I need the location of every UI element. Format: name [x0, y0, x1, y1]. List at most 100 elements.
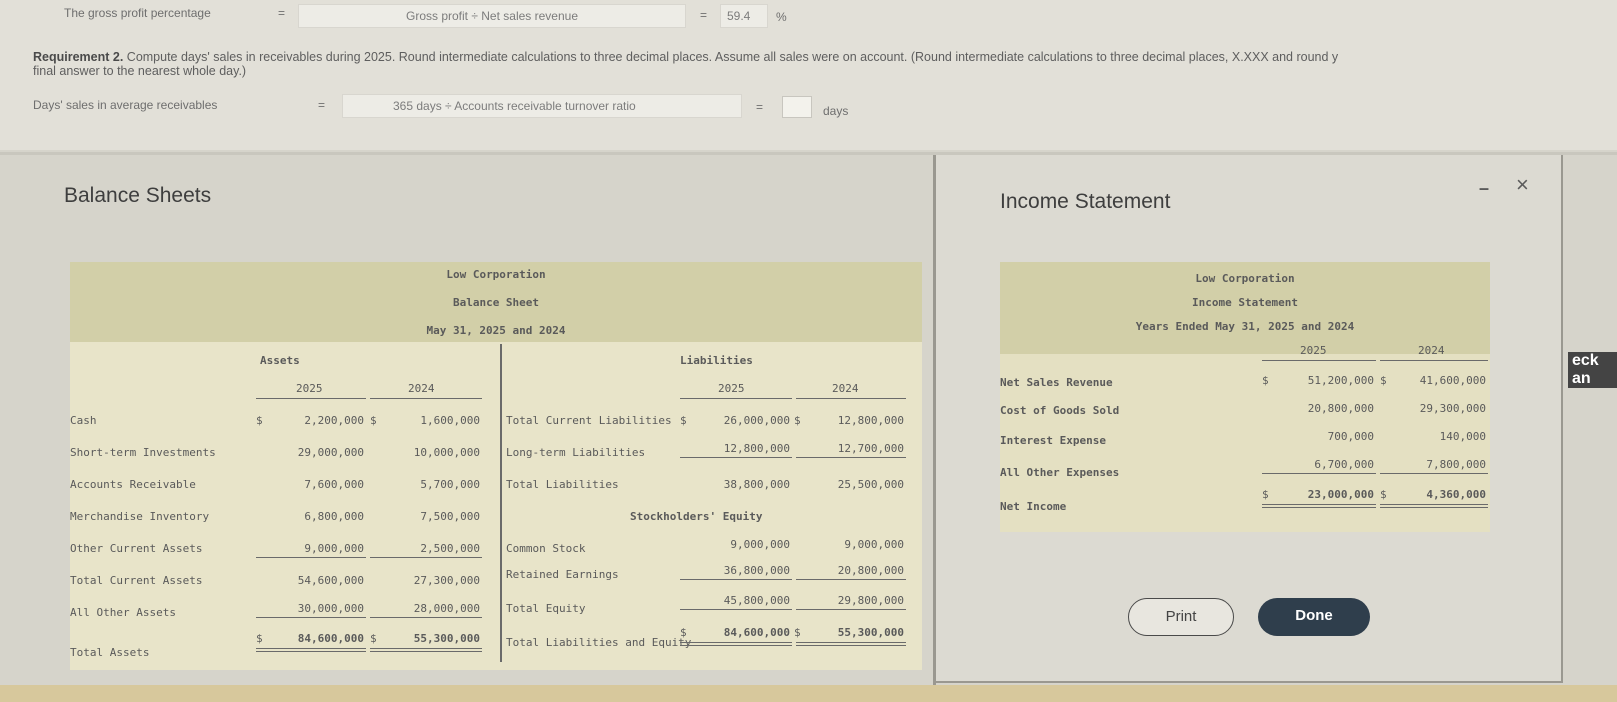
days-unit: days [823, 104, 849, 118]
underline [796, 609, 906, 610]
income-2024: 41,600,000 [1419, 374, 1486, 387]
asset-label: Total Assets [70, 646, 150, 659]
gross-profit-answer[interactable]: 59.4 [720, 4, 768, 28]
year-2025: 2025 [1300, 344, 1327, 357]
income-period: Years Ended May 31, 2025 and 2024 [1135, 320, 1355, 333]
equity-label: Retained Earnings [506, 568, 619, 581]
asset-2024: 10,000,000 [413, 446, 480, 459]
asset-2025: 6,800,000 [304, 510, 364, 523]
asset-label: All Other Assets [70, 606, 176, 619]
dollar-sign: $ [1262, 374, 1269, 387]
equity-2024: 29,800,000 [837, 594, 904, 607]
dollar-sign: $ [370, 414, 377, 427]
asset-2024: 1,600,000 [420, 414, 480, 427]
net-income-2025: 23,000,000 [1307, 488, 1374, 501]
liability-label: Total Current Liabilities [506, 414, 672, 427]
total-assets-2024: 55,300,000 [413, 632, 480, 645]
asset-label: Cash [70, 414, 97, 427]
income-company: Low Corporation [1195, 272, 1295, 285]
equals-sign: = [700, 8, 708, 22]
income-statement-table: Low Corporation Income Statement Years E… [1000, 262, 1490, 532]
underline [256, 398, 366, 399]
underline [680, 457, 792, 458]
year-2025: 2025 [296, 382, 323, 395]
double-underline [370, 648, 482, 652]
dollar-sign: $ [1262, 488, 1269, 501]
income-2024: 29,300,000 [1419, 402, 1486, 415]
question-area: The gross profit percentage = Gross prof… [0, 0, 1617, 150]
income-2025: 20,800,000 [1307, 402, 1374, 415]
dollar-sign: $ [1380, 488, 1387, 501]
liability-2024: 12,800,000 [837, 414, 904, 427]
underline [370, 617, 482, 618]
liability-label: Total Liabilities [506, 478, 619, 491]
gross-profit-label: The gross profit percentage [64, 6, 211, 20]
dollar-sign: $ [680, 414, 687, 427]
asset-2025: 29,000,000 [297, 446, 364, 459]
income-label: Cost of Goods Sold [1000, 404, 1120, 417]
underline [796, 398, 906, 399]
equity-label: Total Liabilities and Equity [506, 636, 692, 649]
liability-2025: 38,800,000 [723, 478, 790, 491]
double-underline [1380, 504, 1488, 508]
double-underline [256, 648, 366, 652]
asset-2025: 7,600,000 [304, 478, 364, 491]
liability-2024: 25,500,000 [837, 478, 904, 491]
minimize-button[interactable]: – [1479, 178, 1489, 199]
asset-2024: 2,500,000 [420, 542, 480, 555]
equals-sign: = [756, 100, 764, 114]
underline [796, 579, 906, 580]
asset-2025: 30,000,000 [297, 602, 364, 615]
income-label: All Other Expenses [1000, 466, 1120, 479]
check-answer-tab[interactable]: eck an [1568, 352, 1617, 388]
days-sales-label: Days' sales in average receivables [33, 98, 218, 112]
dollar-sign: $ [256, 632, 263, 645]
requirement-label: Requirement 2. [33, 50, 124, 64]
balance-company: Low Corporation [446, 268, 546, 281]
column-divider [500, 344, 502, 662]
equity-label: Total Equity [506, 602, 586, 615]
double-underline [680, 642, 792, 646]
dollar-sign: $ [370, 632, 377, 645]
dollar-sign: $ [794, 626, 801, 639]
underline [256, 617, 366, 618]
income-label: Net Sales Revenue [1000, 376, 1113, 389]
underline [680, 398, 792, 399]
double-underline [1262, 504, 1376, 508]
underline [796, 457, 906, 458]
underline [256, 557, 366, 558]
percent-unit: % [776, 10, 787, 24]
dollar-sign: $ [794, 414, 801, 427]
liability-2025: 26,000,000 [723, 414, 790, 427]
asset-2024: 5,700,000 [420, 478, 480, 491]
asset-label: Total Current Assets [70, 574, 203, 587]
balance-sheets-title: Balance Sheets [64, 184, 212, 207]
underline [1380, 360, 1488, 361]
year-2024: 2024 [408, 382, 435, 395]
underline [1262, 473, 1376, 474]
total-le-2024: 55,300,000 [837, 626, 904, 639]
income-label: Net Income [1000, 500, 1067, 513]
asset-2025: 2,200,000 [304, 414, 364, 427]
year-2024: 2024 [1418, 344, 1445, 357]
asset-2024: 28,000,000 [413, 602, 480, 615]
equity-2024: 20,800,000 [837, 564, 904, 577]
underline [370, 557, 482, 558]
asset-2025: 54,600,000 [297, 574, 364, 587]
liability-2025: 12,800,000 [723, 442, 790, 455]
print-button[interactable]: Print [1128, 598, 1234, 636]
equity-header: Stockholders' Equity [630, 510, 763, 523]
days-answer-input[interactable] [782, 96, 812, 118]
balance-sheet-table: Low Corporation Balance Sheet May 31, 20… [70, 262, 922, 670]
days-sales-formula: 365 days ÷ Accounts receivable turnover … [342, 94, 742, 118]
income-statement-title: Income Statement [1000, 190, 1171, 213]
dollar-sign: $ [1380, 374, 1387, 387]
equals-sign: = [278, 6, 286, 20]
total-assets-2025: 84,600,000 [297, 632, 364, 645]
equity-2025: 45,800,000 [723, 594, 790, 607]
year-2025: 2025 [718, 382, 745, 395]
close-button[interactable]: × [1516, 172, 1529, 198]
done-button[interactable]: Done [1258, 598, 1370, 636]
equity-label: Common Stock [506, 542, 586, 555]
asset-2024: 27,300,000 [413, 574, 480, 587]
